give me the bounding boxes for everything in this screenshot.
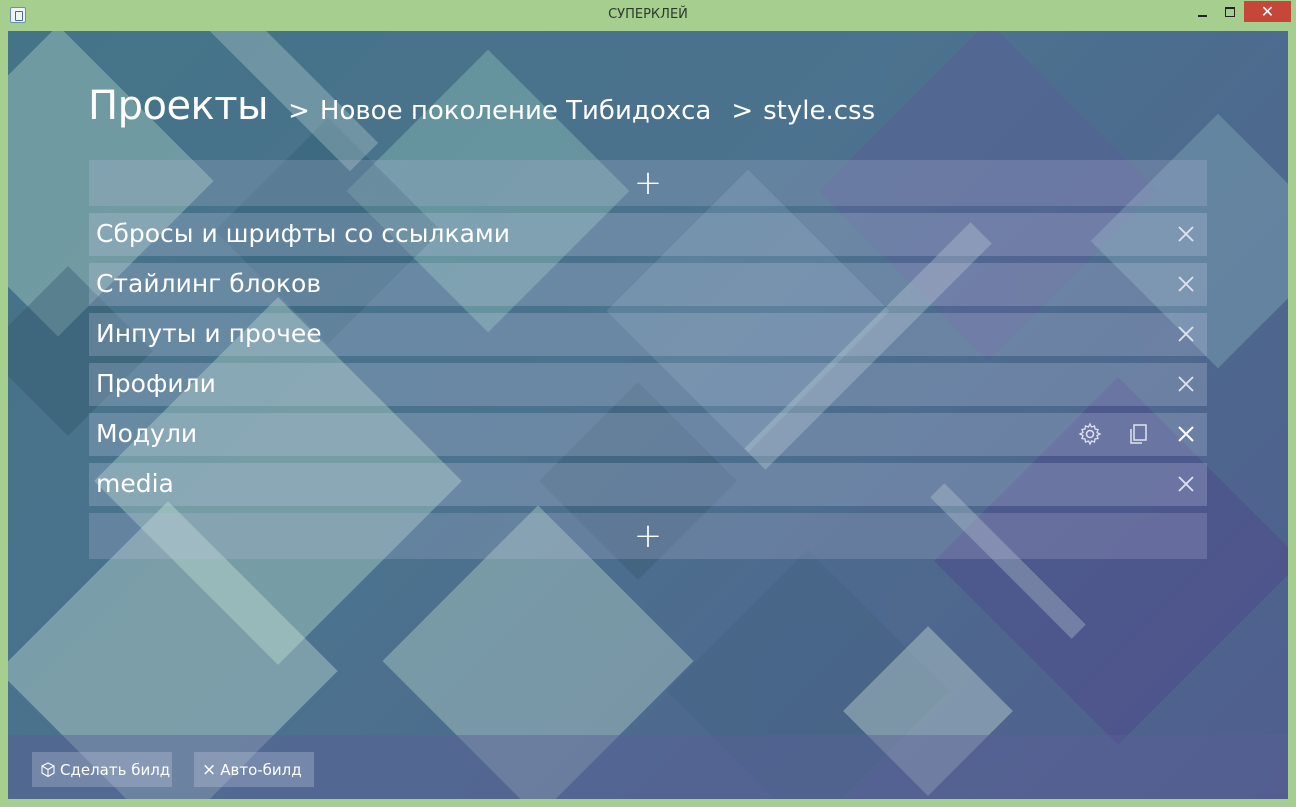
plus-icon: +	[633, 516, 663, 556]
add-section-bottom-button[interactable]: +	[89, 513, 1207, 559]
close-icon[interactable]	[1173, 221, 1199, 247]
list-item[interactable]: Стайлинг блоков	[89, 263, 1207, 306]
title-bar[interactable]: СУПЕРКЛЕЙ ✕	[0, 0, 1296, 31]
close-icon[interactable]	[1173, 421, 1199, 447]
client-area: Проекты > Новое поколение Тибидохса > st…	[8, 31, 1288, 799]
breadcrumb: Проекты > Новое поколение Тибидохса > st…	[88, 83, 875, 129]
footer-bar: Сделать билд × Авто-билд	[8, 735, 1288, 799]
copy-icon[interactable]	[1125, 421, 1151, 447]
autobuild-toggle[interactable]: × Авто-билд	[194, 752, 314, 787]
list-item[interactable]: Сбросы и шрифты со ссылками	[89, 213, 1207, 256]
breadcrumb-file: style.css	[763, 96, 876, 126]
list-item-label: Стайлинг блоков	[96, 269, 322, 298]
close-icon[interactable]	[1173, 471, 1199, 497]
list-item-hovered[interactable]: Модули	[89, 413, 1207, 456]
add-section-top-button[interactable]: +	[89, 160, 1207, 206]
build-button-label: Сделать билд	[60, 760, 171, 779]
close-icon[interactable]	[1173, 271, 1199, 297]
window-title: СУПЕРКЛЕЙ	[608, 7, 688, 22]
close-icon[interactable]	[1173, 371, 1199, 397]
list-item-label: Сбросы и шрифты со ссылками	[96, 219, 511, 248]
build-button[interactable]: Сделать билд	[32, 752, 172, 787]
close-icon[interactable]	[1173, 321, 1199, 347]
list-item-label: Инпуты и прочее	[96, 319, 322, 348]
breadcrumb-project[interactable]: Новое поколение Тибидохса	[320, 96, 711, 126]
list-item-label: Профили	[96, 369, 216, 398]
close-icon: ×	[202, 759, 217, 780]
list-item-label: Модули	[96, 419, 198, 448]
list-item[interactable]: Профили	[89, 363, 1207, 406]
plus-icon: +	[633, 163, 663, 203]
list-item[interactable]: Инпуты и прочее	[89, 313, 1207, 356]
maximize-button[interactable]	[1216, 1, 1244, 22]
close-icon: ✕	[1260, 2, 1275, 21]
cube-icon	[41, 761, 55, 777]
list-item-label: media	[96, 469, 174, 498]
maximize-icon	[1225, 6, 1235, 17]
autobuild-label: Авто-билд	[220, 760, 302, 779]
minimize-button[interactable]	[1188, 1, 1216, 22]
breadcrumb-separator: >	[288, 96, 310, 126]
close-window-button[interactable]: ✕	[1244, 1, 1291, 22]
minimize-icon	[1197, 14, 1207, 17]
breadcrumb-root[interactable]: Проекты	[88, 83, 269, 129]
list-item[interactable]: media	[89, 463, 1207, 506]
breadcrumb-separator: >	[731, 96, 754, 126]
app-window: СУПЕРКЛЕЙ ✕ Проекты > Новое поколение Ти…	[0, 0, 1296, 807]
gear-icon[interactable]	[1077, 421, 1103, 447]
